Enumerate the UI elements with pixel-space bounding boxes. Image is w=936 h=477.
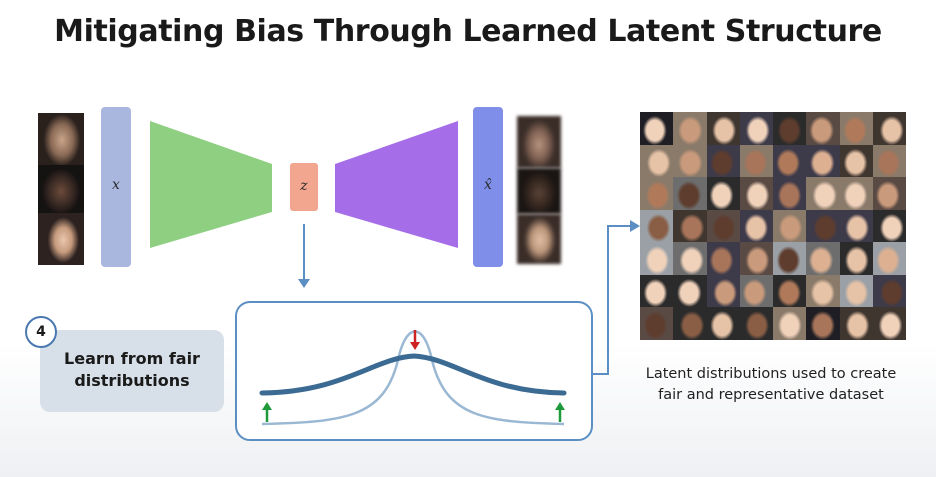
dataset-face-image (872, 274, 906, 308)
dataset-face-image (839, 177, 873, 210)
output-face-image (517, 214, 561, 264)
dataset-face-image (706, 274, 740, 308)
dataset-face-image (806, 242, 840, 275)
output-face-image (517, 168, 561, 214)
output-label: x̂ (484, 177, 492, 193)
dataset-face-image (773, 209, 807, 243)
dataset-face-image (872, 177, 906, 210)
latent-label: z (300, 178, 308, 194)
dataset-face-image (872, 209, 906, 243)
dataset-face-image (806, 209, 840, 243)
dataset-face-image (673, 274, 707, 308)
dataset-caption-line2: fair and representative dataset (658, 387, 884, 403)
dataset-arrow-head (630, 220, 640, 232)
dataset-face-image (706, 177, 740, 210)
step-label-line1: Learn from fair (64, 349, 200, 368)
dataset-caption-line1: Latent distributions used to create (645, 366, 897, 382)
dataset-face-image (673, 177, 707, 210)
dataset-face-image (640, 112, 674, 145)
decoder-trapezoid (335, 121, 458, 248)
dataset-face-image (739, 177, 773, 210)
dataset-face-image (739, 144, 773, 178)
dataset-face-image (872, 112, 906, 145)
dataset-face-image (673, 112, 707, 145)
step-label-line2: distributions (74, 371, 190, 390)
dataset-face-image (773, 112, 807, 145)
dataset-face-image (806, 307, 840, 340)
dataset-caption: Latent distributions used to create fair… (612, 364, 930, 406)
dataset-face-image (839, 242, 873, 275)
dataset-face-image (640, 307, 674, 340)
dataset-face-image (739, 274, 773, 308)
distribution-panel (235, 301, 593, 441)
latent-node: z (290, 163, 318, 211)
dataset-face-image (706, 209, 740, 243)
dataset-face-image (872, 307, 906, 340)
dataset-face-image (839, 112, 873, 145)
dataset-face-image (706, 144, 740, 178)
dataset-face-image (706, 242, 740, 275)
dataset-face-image (806, 177, 840, 210)
dataset-face-image (773, 177, 807, 210)
dataset-face-image (739, 112, 773, 145)
dataset-face-image (706, 307, 740, 340)
dataset-face-image (806, 144, 840, 178)
dataset-face-image (773, 242, 807, 275)
dataset-face-image (739, 242, 773, 275)
dataset-face-image (806, 274, 840, 308)
dataset-face-image (773, 274, 807, 308)
dataset-face-image (640, 242, 674, 275)
dataset-face-image (839, 144, 873, 178)
step-number-badge: 4 (25, 316, 57, 348)
dataset-face-image (739, 209, 773, 243)
dataset-face-image (706, 112, 740, 145)
dataset-face-image (640, 209, 674, 243)
dataset-face-image (673, 144, 707, 178)
distribution-to-dataset-arrow (592, 225, 632, 375)
dataset-face-image (872, 242, 906, 275)
dataset-face-image (640, 274, 674, 308)
encoder-trapezoid (150, 121, 272, 248)
dataset-face-image (673, 307, 707, 340)
dataset-face-image (806, 112, 840, 145)
dataset-face-image (640, 177, 674, 210)
output-layer-bar: x̂ (473, 107, 503, 267)
dataset-face-image (739, 307, 773, 340)
fair-dataset-mosaic (640, 112, 906, 340)
step-label: Learn from fair distributions (40, 348, 224, 392)
dataset-face-image (773, 144, 807, 178)
output-face-image (517, 116, 561, 168)
dataset-face-image (673, 242, 707, 275)
dataset-face-image (640, 144, 674, 178)
dataset-face-image (839, 274, 873, 308)
dataset-face-image (673, 209, 707, 243)
dataset-face-image (839, 307, 873, 340)
dataset-face-image (872, 144, 906, 178)
distribution-panel-border (235, 301, 593, 441)
latent-arrow-head (298, 279, 310, 288)
dataset-face-image (839, 209, 873, 243)
dataset-face-image (773, 307, 807, 340)
